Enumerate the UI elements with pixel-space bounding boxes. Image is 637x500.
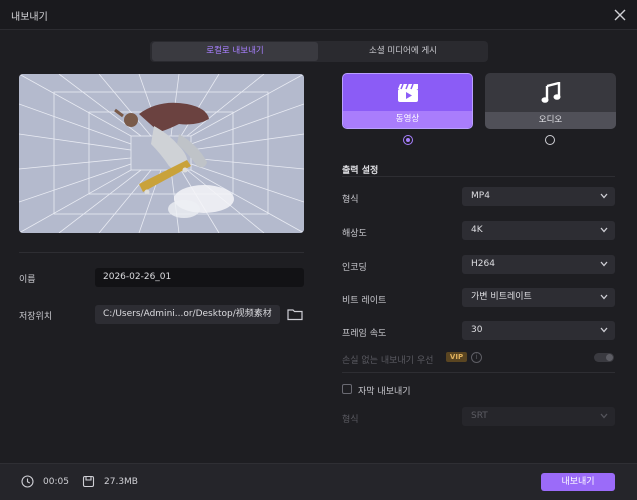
left-divider bbox=[19, 252, 304, 253]
video-type-label: 동영상 bbox=[343, 111, 472, 128]
chevron-down-icon bbox=[600, 227, 608, 233]
output-divider bbox=[342, 176, 615, 177]
save-location-field[interactable]: C:/Users/Admini...or/Desktop/视频素材 bbox=[95, 305, 280, 324]
subtitle-format-select[interactable]: SRT bbox=[462, 407, 615, 426]
tab-social-media[interactable]: 소셜 미디어에 게시 bbox=[320, 42, 486, 61]
encoding-label: 인코딩 bbox=[342, 263, 367, 273]
audio-type-label: 오디오 bbox=[485, 112, 616, 129]
subtitle-divider bbox=[342, 372, 615, 373]
resolution-label: 해상도 bbox=[342, 229, 367, 239]
chevron-down-icon bbox=[600, 261, 608, 267]
video-radio[interactable] bbox=[403, 135, 413, 145]
folder-icon[interactable] bbox=[287, 307, 303, 321]
subtitle-export-label: 자막 내보내기 bbox=[358, 387, 411, 397]
frame-rate-select[interactable]: 30 bbox=[462, 321, 615, 340]
lossless-export-label: 손실 없는 내보내기 우선 bbox=[342, 356, 434, 366]
title-bar: 내보내기 bbox=[0, 0, 637, 30]
duration-text: 00:05 bbox=[43, 477, 69, 487]
video-type-card[interactable]: 동영상 bbox=[342, 73, 473, 129]
audio-type-card[interactable]: 오디오 bbox=[485, 73, 616, 129]
video-clapper-icon bbox=[398, 83, 418, 102]
bitrate-select[interactable]: 가변 비트레이트 bbox=[462, 288, 615, 307]
clock-icon bbox=[21, 475, 34, 488]
subtitle-format-label: 형식 bbox=[342, 415, 359, 425]
encoding-select[interactable]: H264 bbox=[462, 255, 615, 274]
export-tabs: 로컬로 내보내기 소셜 미디어에 게시 bbox=[150, 41, 488, 62]
resolution-select[interactable]: 4K bbox=[462, 221, 615, 240]
preview-frame-image bbox=[19, 74, 304, 233]
frame-rate-label: 프레임 속도 bbox=[342, 329, 387, 339]
bitrate-value: 가변 비트레이트 bbox=[471, 292, 532, 302]
lossless-toggle[interactable] bbox=[594, 353, 614, 362]
frame-rate-value: 30 bbox=[471, 325, 483, 335]
vip-badge: VIP bbox=[446, 352, 467, 362]
chevron-down-icon bbox=[600, 413, 608, 419]
resolution-value: 4K bbox=[471, 225, 483, 235]
info-icon[interactable]: i bbox=[471, 352, 482, 363]
chevron-down-icon bbox=[600, 193, 608, 199]
close-icon[interactable] bbox=[610, 5, 630, 25]
audio-radio[interactable] bbox=[545, 135, 555, 145]
subtitle-format-value: SRT bbox=[471, 411, 488, 421]
format-value: MP4 bbox=[471, 191, 490, 201]
window-title: 내보내기 bbox=[11, 12, 48, 23]
bitrate-label: 비트 레이트 bbox=[342, 296, 387, 306]
file-size-icon bbox=[82, 475, 95, 488]
file-size-text: 27.3MB bbox=[104, 477, 138, 487]
output-settings-title: 출력 설정 bbox=[342, 166, 379, 176]
format-select[interactable]: MP4 bbox=[462, 187, 615, 206]
save-location-label: 저장위치 bbox=[19, 312, 53, 322]
format-label: 형식 bbox=[342, 195, 359, 205]
file-name-input[interactable]: 2026-02-26_01 bbox=[95, 268, 304, 287]
chevron-down-icon bbox=[600, 294, 608, 300]
chevron-down-icon bbox=[600, 327, 608, 333]
export-button[interactable]: 내보내기 bbox=[541, 473, 615, 491]
encoding-value: H264 bbox=[471, 259, 495, 269]
footer-bar: 00:05 27.3MB 내보내기 bbox=[0, 463, 637, 500]
name-label: 이름 bbox=[19, 275, 36, 285]
video-preview bbox=[19, 74, 304, 233]
subtitle-export-checkbox[interactable] bbox=[342, 384, 352, 394]
music-note-icon bbox=[541, 82, 561, 103]
tab-local-export[interactable]: 로컬로 내보내기 bbox=[152, 42, 318, 61]
